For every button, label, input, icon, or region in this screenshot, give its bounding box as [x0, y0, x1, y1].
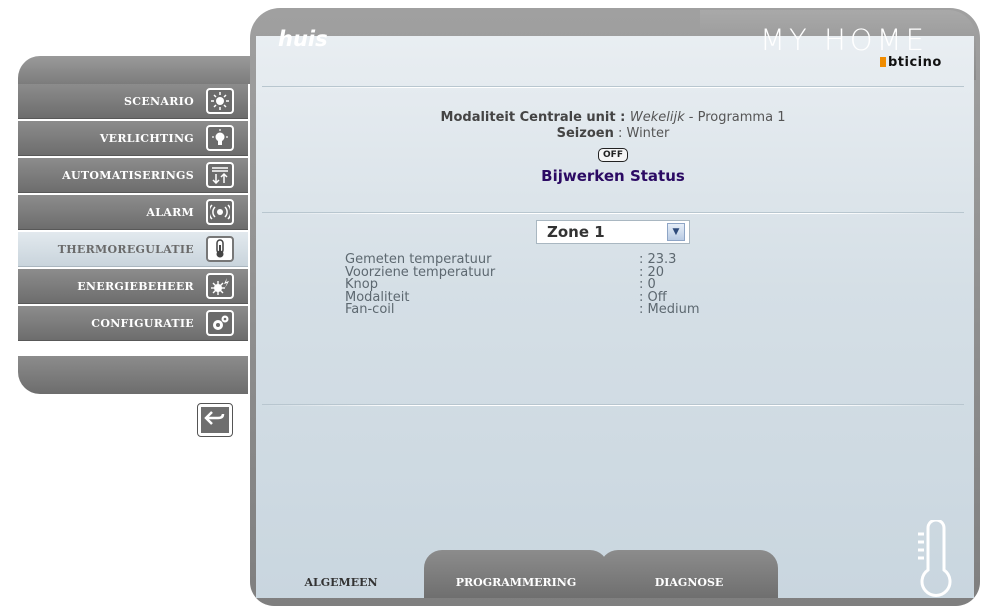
scenario-icon [206, 88, 234, 114]
sidebar-header [18, 56, 280, 84]
update-status-link[interactable]: Bijwerken Status [262, 167, 964, 185]
divider [262, 212, 964, 214]
page-title: huis [278, 27, 328, 51]
thermometer-icon [206, 236, 234, 262]
tab-programmering[interactable]: PROGRAMMERING [424, 550, 608, 598]
sidebar-item-energiebeheer[interactable]: ENERGIEBEHEER [18, 269, 248, 304]
sidebar-item-scenario[interactable]: SCENARIO [18, 84, 248, 119]
divider [262, 404, 964, 406]
sidebar-item-label: CONFIGURATIE [91, 316, 194, 330]
zone-select-value: Zone 1 [547, 223, 605, 241]
zone-select[interactable]: Zone 1 ▼ [536, 220, 690, 244]
sidebar-menu: SCENARIO VERLICHTING AUTOMATISERINGS ALA… [18, 84, 248, 343]
sidebar-item-label: ALARM [146, 205, 194, 219]
brand-logo: MY HOME [760, 23, 928, 57]
energy-icon [206, 273, 234, 299]
sidebar-item-thermoregulatie[interactable]: THERMOREGULATIE [18, 232, 248, 267]
divider [262, 86, 964, 88]
sidebar-item-label: SCENARIO [124, 94, 194, 108]
status-section: Modaliteit Centrale unit : Wekelijk - Pr… [262, 110, 964, 185]
back-button[interactable] [197, 403, 233, 437]
brand-sub-logo: bticino [880, 55, 942, 70]
alarm-icon [206, 199, 234, 225]
automation-icon [206, 162, 234, 188]
tab-diagnose[interactable]: DIAGNOSE [600, 550, 778, 598]
sidebar-item-configuratie[interactable]: CONFIGURATIE [18, 306, 248, 341]
light-bulb-icon [206, 125, 234, 151]
season-line: Seizoen : Winter [556, 126, 670, 141]
sidebar-item-label: VERLICHTING [99, 131, 194, 145]
off-badge: OFF [598, 148, 628, 162]
sidebar-item-label: ENERGIEBEHEER [77, 279, 194, 293]
tab-algemeen[interactable]: ALGEMEEN [256, 550, 426, 598]
sidebar-item-label: THERMOREGULATIE [57, 242, 194, 256]
sidebar-item-automatiserings[interactable]: AUTOMATISERINGS [18, 158, 248, 193]
sidebar-footer [18, 356, 248, 394]
sidebar-item-verlichting[interactable]: VERLICHTING [18, 121, 248, 156]
chevron-down-icon: ▼ [667, 223, 685, 241]
thermometer-icon [912, 518, 960, 602]
info-row: Fan-coil: Medium [345, 302, 700, 317]
gear-icon [206, 310, 234, 336]
back-arrow-icon [204, 409, 226, 431]
zone-info-table: Gemeten temperatuur: 23.3 Voorziene temp… [345, 253, 700, 317]
central-mode-line: Modaliteit Centrale unit : Wekelijk - Pr… [440, 110, 786, 125]
sidebar-item-label: AUTOMATISERINGS [62, 168, 194, 182]
sidebar-item-alarm[interactable]: ALARM [18, 195, 248, 230]
